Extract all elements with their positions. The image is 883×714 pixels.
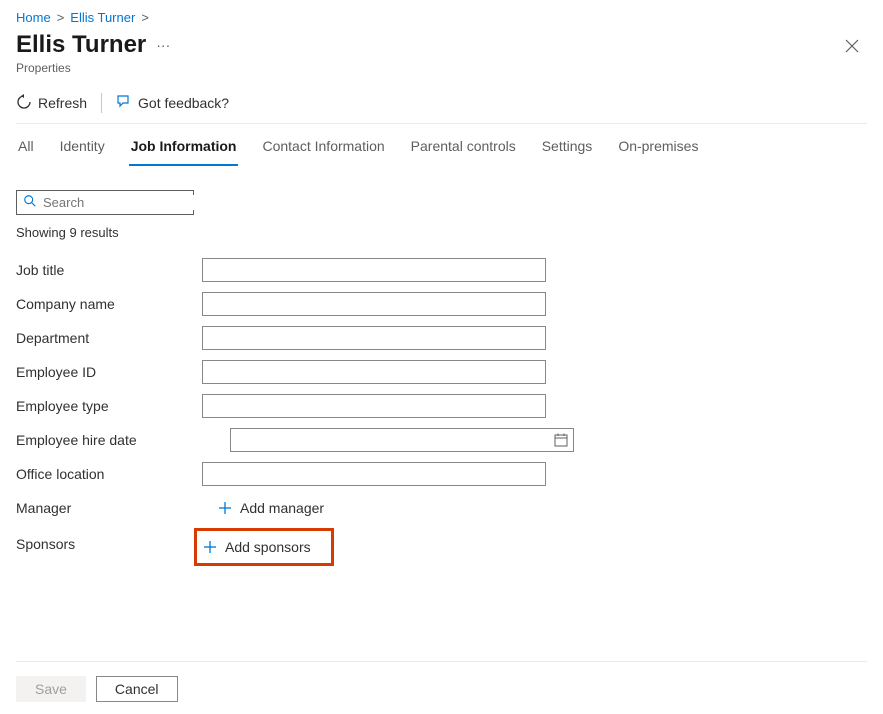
- label-department: Department: [16, 330, 202, 346]
- refresh-button[interactable]: Refresh: [16, 94, 87, 113]
- search-box[interactable]: [16, 190, 194, 215]
- tab-job-information[interactable]: Job Information: [129, 128, 239, 166]
- save-button: Save: [16, 676, 86, 702]
- add-sponsors-label: Add sponsors: [225, 539, 311, 555]
- input-job-title[interactable]: [202, 258, 546, 282]
- label-office-location: Office location: [16, 466, 202, 482]
- label-employee-id: Employee ID: [16, 364, 202, 380]
- input-employee-type[interactable]: [202, 394, 546, 418]
- tab-on-premises[interactable]: On-premises: [616, 128, 700, 166]
- input-employee-hire-date[interactable]: [230, 428, 574, 452]
- breadcrumb-user[interactable]: Ellis Turner: [70, 10, 135, 25]
- calendar-icon[interactable]: [554, 433, 568, 447]
- chevron-right-icon: >: [141, 10, 149, 25]
- command-separator: [101, 93, 102, 113]
- refresh-label: Refresh: [38, 95, 87, 111]
- input-office-location[interactable]: [202, 462, 546, 486]
- label-employee-hire-date: Employee hire date: [16, 432, 202, 448]
- close-button[interactable]: [837, 31, 867, 65]
- feedback-label: Got feedback?: [138, 95, 229, 111]
- tab-settings[interactable]: Settings: [540, 128, 595, 166]
- search-icon: [23, 194, 37, 211]
- more-actions-button[interactable]: ···: [156, 37, 170, 53]
- add-manager-button[interactable]: Add manager: [218, 500, 324, 516]
- results-count: Showing 9 results: [16, 225, 867, 240]
- add-sponsors-highlight: Add sponsors: [194, 528, 334, 566]
- label-company-name: Company name: [16, 296, 202, 312]
- input-employee-id[interactable]: [202, 360, 546, 384]
- label-manager: Manager: [16, 500, 202, 516]
- input-company-name[interactable]: [202, 292, 546, 316]
- breadcrumb-home[interactable]: Home: [16, 10, 51, 25]
- close-icon: [845, 39, 859, 53]
- label-job-title: Job title: [16, 262, 202, 278]
- refresh-icon: [16, 94, 32, 113]
- plus-icon: [203, 540, 217, 554]
- tab-parental-controls[interactable]: Parental controls: [409, 128, 518, 166]
- chevron-right-icon: >: [57, 10, 65, 25]
- tab-contact-information[interactable]: Contact Information: [260, 128, 386, 166]
- tab-all[interactable]: All: [16, 128, 36, 166]
- feedback-icon: [116, 94, 132, 113]
- add-sponsors-button[interactable]: Add sponsors: [203, 539, 325, 555]
- page-title: Ellis Turner: [16, 31, 146, 59]
- page-subtitle: Properties: [16, 61, 170, 75]
- breadcrumb: Home > Ellis Turner >: [16, 8, 867, 31]
- label-sponsors: Sponsors: [16, 526, 202, 552]
- search-input[interactable]: [43, 195, 219, 210]
- label-employee-type: Employee type: [16, 398, 202, 414]
- plus-icon: [218, 501, 232, 515]
- feedback-button[interactable]: Got feedback?: [116, 94, 229, 113]
- add-manager-label: Add manager: [240, 500, 324, 516]
- tabs: All Identity Job Information Contact Inf…: [16, 128, 867, 166]
- tab-identity[interactable]: Identity: [58, 128, 107, 166]
- footer-divider: [16, 661, 867, 662]
- input-department[interactable]: [202, 326, 546, 350]
- cancel-button[interactable]: Cancel: [96, 676, 178, 702]
- top-divider: [16, 123, 867, 124]
